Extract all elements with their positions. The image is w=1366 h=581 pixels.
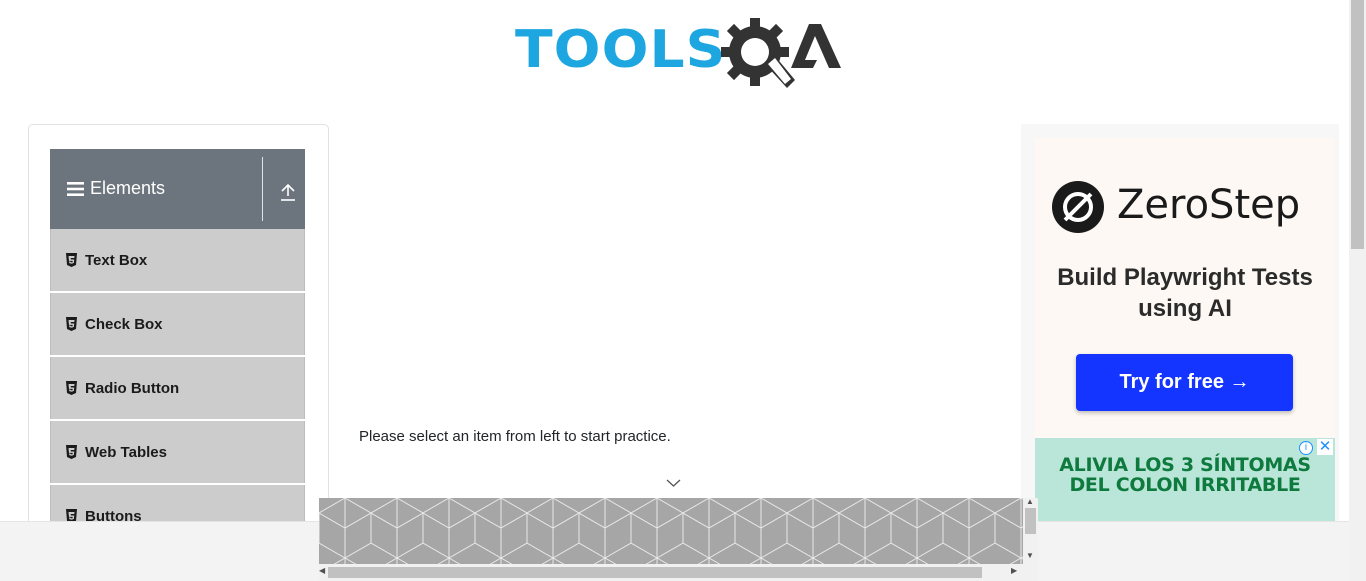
colon-ad-banner[interactable]: ALIVIA LOS 3 SÍNTOMAS DEL COLON IRRITABL… (1035, 438, 1335, 521)
frame-horizontal-scrollbar[interactable]: ◀ ▶ (319, 564, 1023, 581)
scroll-right-arrow-icon[interactable]: ▶ (1011, 566, 1017, 575)
logo-text: TOOLS (515, 20, 727, 80)
header-divider (262, 157, 263, 221)
ad-brand-name: ZeroStep (1117, 182, 1301, 228)
chevron-down-icon[interactable] (666, 478, 681, 488)
page-scroll-thumb[interactable] (1351, 0, 1364, 249)
gear-magnifier-icon (721, 18, 841, 88)
sidebar-menu: Text Box Check Box Radio Button Web Tabl… (50, 229, 305, 549)
banner-line-1: ALIVIA LOS 3 SÍNTOMAS (1059, 454, 1311, 476)
ad-close-icon[interactable]: ✕ (1317, 439, 1333, 455)
scroll-down-arrow-icon[interactable]: ▼ (1026, 551, 1034, 560)
zerostep-logo-icon (1052, 181, 1104, 233)
toolsqa-logo[interactable]: TOOLS (515, 14, 841, 92)
practice-instruction: Please select an item from left to start… (359, 428, 671, 445)
frame-horizontal-scroll-thumb[interactable] (328, 567, 982, 578)
sidebar-item-label: Radio Button (85, 380, 180, 397)
zerostep-ad[interactable]: ZeroStep Build Playwright Tests using AI… (1035, 138, 1335, 438)
frame-vertical-scroll-thumb[interactable] (1025, 508, 1036, 534)
upload-arrow-icon[interactable] (278, 181, 298, 203)
html5-icon (66, 253, 77, 267)
zerostep-brand: ZeroStep (1051, 178, 1321, 238)
sidebar-group-title: Elements (90, 178, 166, 198)
sidebar-group-elements[interactable]: Elements (50, 149, 305, 229)
ad-info-icon[interactable]: i (1299, 441, 1313, 455)
scroll-left-arrow-icon[interactable]: ◀ (319, 566, 325, 575)
page-vertical-scrollbar[interactable] (1349, 0, 1366, 581)
sidebar-item-label: Web Tables (85, 444, 167, 461)
html5-icon (66, 317, 77, 331)
try-for-free-button[interactable]: Try for free → (1076, 354, 1293, 411)
banner-line-2: DEL COLON IRRITABLE (1069, 474, 1301, 496)
sidebar-item-radio-button[interactable]: Radio Button (50, 357, 305, 419)
frame-vertical-scrollbar[interactable]: ▲ ▼ (1023, 497, 1038, 564)
html5-icon (66, 445, 77, 459)
sidebar-item-label: Text Box (85, 252, 148, 269)
sidebar-item-check-box[interactable]: Check Box (50, 293, 305, 355)
sidebar-item-label: Check Box (85, 316, 163, 333)
hamburger-icon (67, 182, 84, 196)
sidebar-item-web-tables[interactable]: Web Tables (50, 421, 305, 483)
html5-icon (66, 381, 77, 395)
bottom-ad-frame[interactable]: ▲ ▼ ◀ ▶ (319, 497, 1038, 581)
advertisement[interactable]: ZeroStep Build Playwright Tests using AI… (1021, 124, 1339, 521)
ad-headline: Build Playwright Tests using AI (1057, 264, 1313, 322)
cube-pattern-ad (319, 498, 1023, 564)
page: TOOLS Elements Text Box Check Box Radio … (0, 0, 1366, 581)
sidebar-item-text-box[interactable]: Text Box (50, 229, 305, 291)
scroll-up-arrow-icon[interactable]: ▲ (1026, 497, 1034, 506)
